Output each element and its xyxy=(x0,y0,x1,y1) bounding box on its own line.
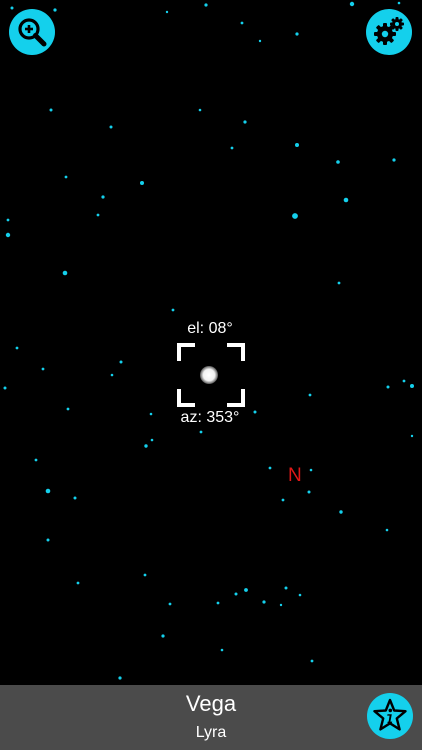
zoom-button[interactable] xyxy=(9,9,55,55)
star-dot xyxy=(295,143,299,147)
azimuth-readout: az: 353° xyxy=(180,409,240,426)
star-dot xyxy=(3,386,7,390)
star-dot xyxy=(279,603,283,607)
star-dot xyxy=(339,510,343,514)
reticle-corner-bottom-right xyxy=(227,389,245,407)
star-dot xyxy=(216,601,220,605)
star-dot xyxy=(198,108,202,112)
star-dot xyxy=(336,160,340,164)
star-dot xyxy=(410,384,414,388)
star-dot xyxy=(143,573,147,577)
star-dot xyxy=(41,367,45,371)
star-name: Vega xyxy=(185,691,237,716)
star-dot xyxy=(244,588,248,592)
star-dot xyxy=(161,634,165,638)
star-dot xyxy=(15,346,19,350)
star-dot xyxy=(171,308,175,312)
star-dot xyxy=(386,385,390,389)
star-info-bar[interactable]: Vega Lyra xyxy=(0,685,422,750)
star-dot xyxy=(295,32,299,36)
star-dot xyxy=(119,360,123,364)
star-dot xyxy=(64,175,68,179)
star-dot xyxy=(6,218,10,222)
star-dot xyxy=(96,213,100,217)
star-dot xyxy=(168,602,172,606)
star-dot xyxy=(10,6,14,10)
reticle-corner-bottom-left xyxy=(177,389,195,407)
star-dot xyxy=(199,430,203,434)
elevation-readout: el: 08° xyxy=(187,320,233,337)
reticle-corner-top-right xyxy=(227,343,245,361)
star-dot xyxy=(337,281,341,285)
star-dot xyxy=(343,197,349,203)
star-dot xyxy=(308,393,312,397)
star-dot xyxy=(110,373,114,377)
star-dot xyxy=(392,158,396,162)
star-dot xyxy=(150,438,154,442)
star-dot xyxy=(76,581,80,585)
star-dot xyxy=(240,21,244,25)
star-dot xyxy=(402,379,406,383)
star-dot xyxy=(220,648,224,652)
star-dot xyxy=(292,213,298,219)
star-dot xyxy=(397,1,401,5)
star-dot xyxy=(349,1,355,7)
gears-icon xyxy=(374,17,404,45)
star-dot xyxy=(140,181,144,185)
star-info-icon xyxy=(373,698,407,731)
north-marker: N xyxy=(288,465,302,486)
star-dot xyxy=(101,195,105,199)
star-dot xyxy=(258,39,262,43)
star-dot xyxy=(5,232,11,238)
star-dot xyxy=(262,600,266,604)
star-dot xyxy=(243,120,247,124)
star-dot xyxy=(204,3,208,7)
star-dot xyxy=(298,593,302,597)
constellation-name: Lyra xyxy=(195,724,227,741)
sky-view-app: el: 08° az: 353° N Vega Lyra xyxy=(0,0,422,750)
star-dot xyxy=(34,458,38,462)
star-dot xyxy=(46,538,50,542)
star-dot xyxy=(49,108,53,112)
star-dot xyxy=(309,468,313,472)
star-dot xyxy=(234,592,238,596)
star-dot xyxy=(284,586,288,590)
reticle-corner-top-left xyxy=(177,343,195,361)
star-dot xyxy=(281,498,285,502)
star-dot xyxy=(62,270,68,276)
star-dot xyxy=(385,528,389,532)
settings-button[interactable] xyxy=(366,9,412,55)
magnifier-plus-icon xyxy=(18,18,47,47)
star-dot xyxy=(144,444,148,448)
star-info-button[interactable] xyxy=(367,693,413,739)
star-dot xyxy=(307,490,311,494)
star-dot xyxy=(118,676,122,680)
star-dot xyxy=(310,659,314,663)
star-dot xyxy=(165,10,169,14)
star-dot xyxy=(230,146,234,150)
selected-star[interactable] xyxy=(200,366,218,384)
star-dot xyxy=(53,8,57,12)
star-dot xyxy=(109,125,113,129)
star-dot xyxy=(268,466,272,470)
star-dot xyxy=(73,496,77,500)
star-dot xyxy=(45,488,51,494)
star-dot xyxy=(410,434,414,438)
star-dot xyxy=(66,407,70,411)
